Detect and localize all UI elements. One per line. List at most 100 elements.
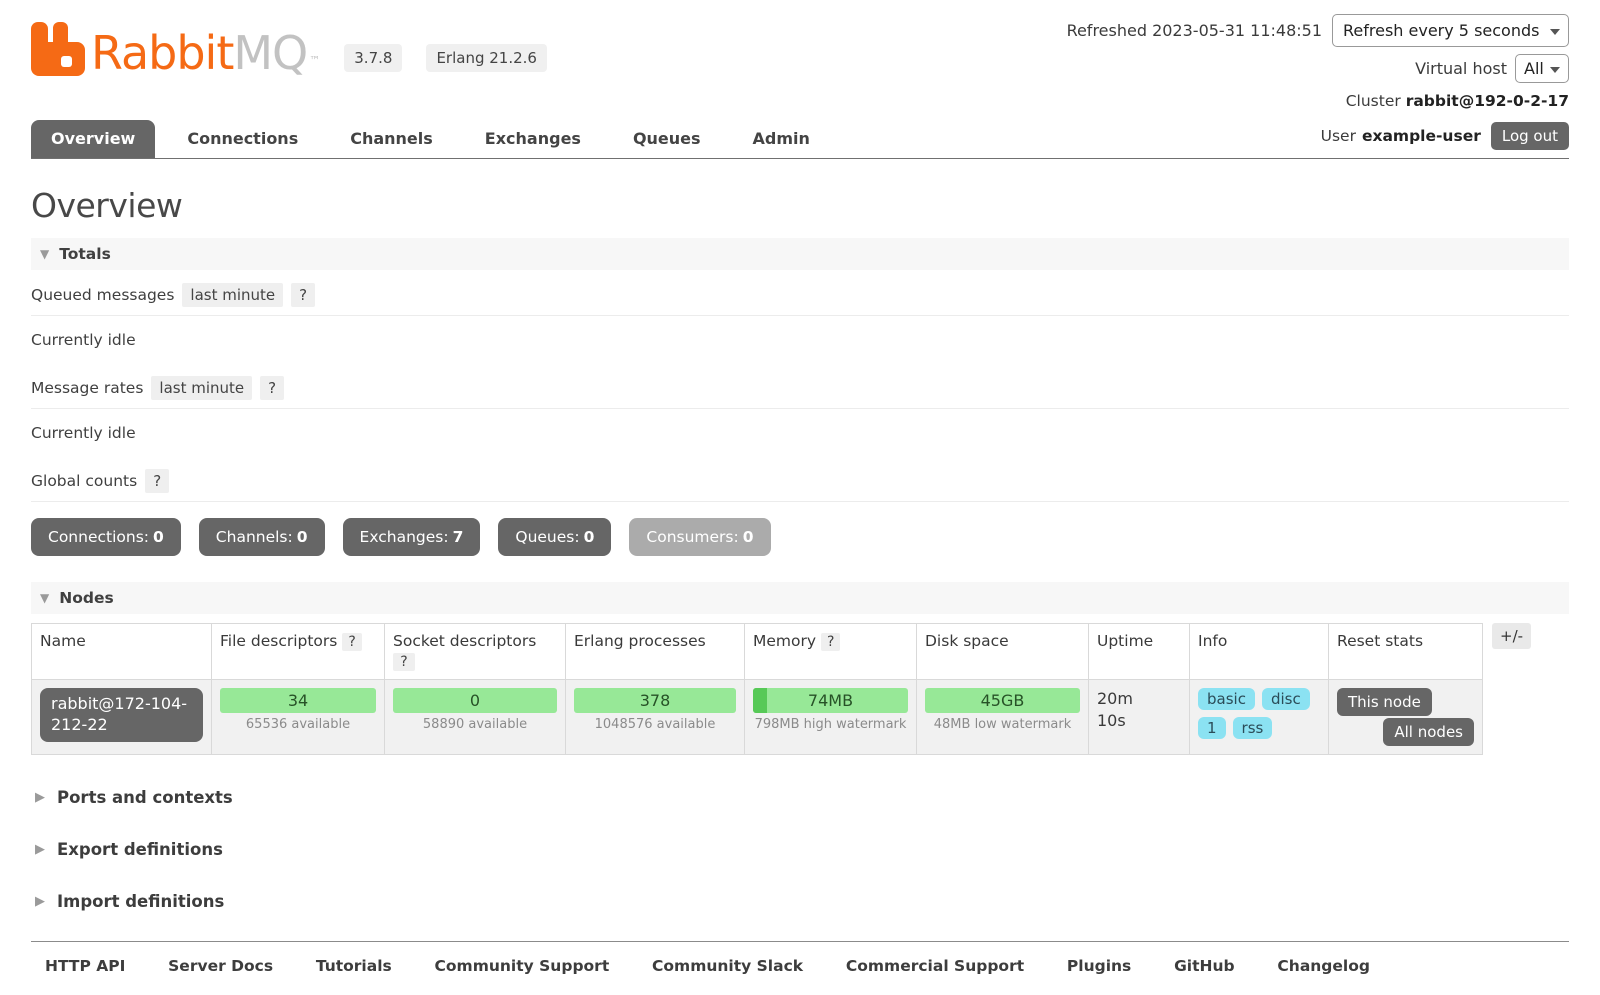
- tab-bar: Overview Connections Channels Exchanges …: [31, 120, 1569, 159]
- reset-this-node-button[interactable]: This node: [1337, 688, 1432, 716]
- user-name: example-user: [1362, 127, 1481, 145]
- import-definitions-section-header[interactable]: ▶ Import definitions: [31, 892, 1569, 911]
- disk-space-cell: 45GB 48MB low watermark: [917, 680, 1089, 755]
- memory-cell: 74MB 798MB high watermark: [745, 680, 917, 755]
- footer-link-community-support[interactable]: Community Support: [435, 957, 610, 975]
- col-erlang-processes: Erlang processes: [566, 624, 745, 680]
- refresh-row: Refreshed 2023-05-31 11:48:51 Refresh ev…: [1067, 14, 1569, 47]
- totals-section-label: Totals: [59, 245, 111, 263]
- queued-period-badge[interactable]: last minute: [182, 283, 283, 307]
- col-memory: Memory ?: [745, 624, 917, 680]
- expand-arrow-icon: ▶: [35, 894, 45, 909]
- info-badges: basic disc 1 rss: [1198, 688, 1320, 746]
- reset-all-nodes-button[interactable]: All nodes: [1383, 718, 1474, 746]
- file-descriptors-cell: 34 65536 available: [212, 680, 385, 755]
- footer-link-tutorials[interactable]: Tutorials: [316, 957, 392, 975]
- bar-value: 74MB: [808, 691, 853, 710]
- counter-value: 0: [297, 528, 308, 546]
- col-reset-stats: Reset stats: [1329, 624, 1483, 680]
- virtual-host-select[interactable]: All: [1515, 54, 1569, 83]
- rates-period-badge[interactable]: last minute: [151, 376, 252, 400]
- global-counts-label: Global counts: [31, 472, 137, 490]
- help-icon[interactable]: ?: [342, 633, 361, 651]
- memory-bar: 74MB: [753, 688, 908, 713]
- info-tag-rss: rss: [1233, 717, 1273, 739]
- socket-descriptors-cell: 0 58890 available: [385, 680, 566, 755]
- footer-link-commercial-support[interactable]: Commercial Support: [846, 957, 1024, 975]
- footer-link-community-slack[interactable]: Community Slack: [652, 957, 803, 975]
- nodes-table-header-row: Name File descriptors ? Socket descripto…: [32, 624, 1483, 680]
- footer-link-http-api[interactable]: HTTP API: [45, 957, 125, 975]
- collapse-arrow-icon: ▼: [40, 247, 49, 261]
- col-file-descriptors: File descriptors ?: [212, 624, 385, 680]
- nodes-section: ▼ Nodes Name File descriptors ? Socket d…: [31, 582, 1569, 755]
- queued-messages-header: Queued messages last minute ?: [31, 274, 1569, 316]
- footer-link-plugins[interactable]: Plugins: [1067, 957, 1131, 975]
- counter-value: 7: [453, 528, 464, 546]
- header-right: Refreshed 2023-05-31 11:48:51 Refresh ev…: [1067, 14, 1569, 110]
- logout-button[interactable]: Log out: [1491, 122, 1569, 150]
- col-disk-space: Disk space: [917, 624, 1089, 680]
- logo-text-rabbit: Rabbit: [91, 30, 233, 76]
- tab-overview[interactable]: Overview: [31, 120, 155, 158]
- export-definitions-section-header[interactable]: ▶ Export definitions: [31, 840, 1569, 859]
- reset-this-node-wrap: This node: [1337, 688, 1474, 716]
- help-icon[interactable]: ?: [393, 653, 415, 671]
- erlang-processes-cell: 378 1048576 available: [566, 680, 745, 755]
- cluster-name: rabbit@192-0-2-17: [1406, 92, 1569, 110]
- logo-text-mq: MQ: [233, 30, 307, 76]
- help-icon[interactable]: ?: [291, 283, 315, 307]
- bar-subtext: 58890 available: [393, 717, 557, 732]
- col-label: Memory: [753, 632, 816, 650]
- bar-fill: [753, 688, 767, 713]
- col-label: Disk space: [925, 632, 1009, 650]
- cluster-label: Cluster: [1346, 92, 1401, 110]
- help-icon[interactable]: ?: [260, 376, 284, 400]
- col-label: Erlang processes: [574, 632, 706, 650]
- col-socket-descriptors: Socket descriptors?: [385, 624, 566, 680]
- queued-messages-status: Currently idle: [31, 316, 1569, 363]
- counter-label: Consumers:: [646, 528, 738, 546]
- footer-link-github[interactable]: GitHub: [1174, 957, 1235, 975]
- ports-and-contexts-section-header[interactable]: ▶ Ports and contexts: [31, 788, 1569, 807]
- bar-subtext: 48MB low watermark: [925, 717, 1080, 732]
- footer-link-changelog[interactable]: Changelog: [1277, 957, 1370, 975]
- bar-value: 0: [470, 691, 480, 710]
- totals-section-header[interactable]: ▼ Totals: [31, 238, 1569, 270]
- counter-label: Channels:: [216, 528, 293, 546]
- col-label: Reset stats: [1337, 632, 1423, 650]
- uptime-cell: 20m 10s: [1089, 680, 1190, 755]
- nodes-section-label: Nodes: [59, 589, 113, 607]
- erlang-version-badge: Erlang 21.2.6: [426, 44, 547, 72]
- nodes-section-header[interactable]: ▼ Nodes: [31, 582, 1569, 614]
- col-info: Info: [1190, 624, 1329, 680]
- help-icon[interactable]: ?: [145, 469, 169, 493]
- column-selector-badge[interactable]: +/-: [1492, 623, 1531, 649]
- refreshed-timestamp: Refreshed 2023-05-31 11:48:51: [1067, 21, 1322, 40]
- tab-admin[interactable]: Admin: [733, 120, 830, 158]
- message-rates-status: Currently idle: [31, 409, 1569, 456]
- socket-descriptors-bar: 0: [393, 688, 557, 713]
- totals-section: ▼ Totals Queued messages last minute ? C…: [31, 238, 1569, 556]
- col-label: Name: [40, 632, 86, 650]
- channels-counter: Channels:0: [199, 518, 325, 556]
- rabbitmq-logo[interactable]: RabbitMQ™ 3.7.8 Erlang 21.2.6: [31, 14, 547, 76]
- footer-link-server-docs[interactable]: Server Docs: [168, 957, 273, 975]
- node-name-badge[interactable]: rabbit@172-104-212-22: [40, 688, 203, 742]
- help-icon[interactable]: ?: [821, 633, 840, 651]
- tab-queues[interactable]: Queues: [613, 120, 721, 158]
- cluster-row: Cluster rabbit@192-0-2-17: [1067, 92, 1569, 110]
- uptime-value: 20m 10s: [1097, 688, 1143, 731]
- col-name: Name: [32, 624, 212, 680]
- section-label: Ports and contexts: [57, 788, 233, 807]
- trademark-symbol: ™: [309, 47, 320, 76]
- tab-channels[interactable]: Channels: [330, 120, 453, 158]
- queued-messages-label: Queued messages: [31, 286, 174, 304]
- bar-value: 34: [288, 691, 308, 710]
- refresh-interval-select[interactable]: Refresh every 5 seconds: [1332, 14, 1569, 47]
- col-label: File descriptors: [220, 632, 337, 650]
- tab-connections[interactable]: Connections: [167, 120, 318, 158]
- disk-space-bar: 45GB: [925, 688, 1080, 713]
- nodes-table-wrap: Name File descriptors ? Socket descripto…: [31, 623, 1569, 755]
- tab-exchanges[interactable]: Exchanges: [465, 120, 601, 158]
